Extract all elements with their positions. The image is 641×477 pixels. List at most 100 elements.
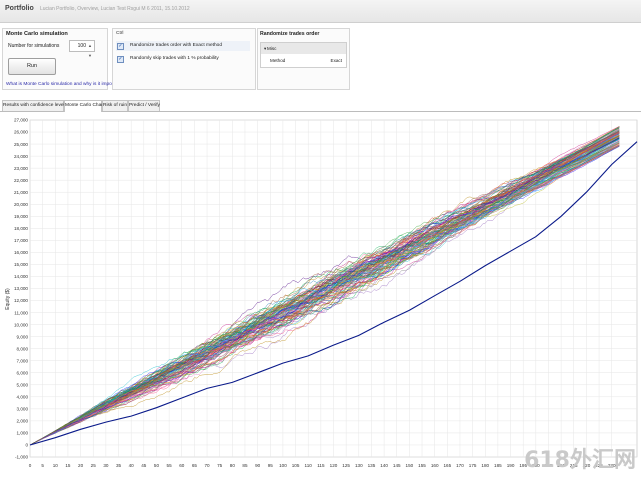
y-tick-label: 18,000 <box>14 226 28 231</box>
window-titlebar: Portfolio Lucian Portfolio, Overview, Lu… <box>0 0 641 23</box>
y-tick-label: -1,000 <box>15 455 28 460</box>
x-tick-label: 85 <box>242 463 248 468</box>
y-tick-label: 1,000 <box>17 431 29 436</box>
x-tick-label: 45 <box>141 463 147 468</box>
y-tick-label: 27,000 <box>14 118 28 123</box>
y-tick-label: 24,000 <box>14 154 28 159</box>
app-title: Portfolio <box>5 5 34 12</box>
monte-carlo-chart: -1,00001,0002,0003,0004,0005,0006,0007,0… <box>5 118 638 473</box>
x-tick-label: 185 <box>494 463 502 468</box>
x-tick-label: 20 <box>78 463 84 468</box>
x-tick-label: 165 <box>443 463 451 468</box>
x-tick-label: 100 <box>279 463 287 468</box>
y-tick-label: 25,000 <box>14 142 28 147</box>
y-tick-label: 15,000 <box>14 262 28 267</box>
x-tick-label: 35 <box>116 463 122 468</box>
num-simulations-stepper[interactable]: 100 ▲ ▼ <box>69 40 95 58</box>
monte-carlo-title: Monte Carlo simulation <box>6 31 68 37</box>
y-tick-label: 14,000 <box>14 274 28 279</box>
x-tick-label: 120 <box>330 463 338 468</box>
options-header: Ctrl <box>116 31 124 36</box>
option-skip-trades[interactable]: ✓ Randomly skip trades with 1 % probabil… <box>116 54 250 64</box>
stepper-arrows-icon[interactable]: ▲ ▼ <box>88 41 92 61</box>
watermark: 618外汇网 <box>524 447 636 473</box>
x-tick-label: 130 <box>355 463 363 468</box>
x-tick-label: 110 <box>305 463 313 468</box>
x-tick-label: 190 <box>507 463 515 468</box>
y-tick-label: 23,000 <box>14 166 28 171</box>
y-tick-label: 0 <box>25 443 28 448</box>
property-key: Method <box>270 58 286 63</box>
option-randomize-order[interactable]: ✓ Randomize trades order with Exact meth… <box>116 41 250 51</box>
y-tick-label: 7,000 <box>17 358 29 363</box>
num-simulations-value: 100 <box>77 43 86 49</box>
y-tick-label: 11,000 <box>14 310 28 315</box>
x-tick-label: 55 <box>167 463 173 468</box>
tab-risk-of-ruin[interactable]: Risk of ruin <box>102 100 128 111</box>
x-tick-label: 180 <box>481 463 489 468</box>
x-tick-label: 150 <box>406 463 414 468</box>
y-tick-label: 12,000 <box>14 298 28 303</box>
x-tick-label: 160 <box>431 463 439 468</box>
monte-carlo-help-link[interactable]: What is Monte Carlo simulation and why i… <box>6 82 124 87</box>
option-label: Randomly skip trades with 1 % probabilit… <box>130 56 219 61</box>
x-tick-label: 155 <box>418 463 426 468</box>
option-label: Randomize trades order with Exact method <box>130 43 222 48</box>
y-tick-label: 22,000 <box>14 178 28 183</box>
x-tick-label: 125 <box>342 463 350 468</box>
y-axis-label: Equity ($) <box>5 288 11 310</box>
x-tick-label: 105 <box>292 463 300 468</box>
x-tick-label: 145 <box>393 463 401 468</box>
x-tick-label: 0 <box>29 463 32 468</box>
y-tick-label: 5,000 <box>17 382 29 387</box>
y-tick-label: 2,000 <box>17 419 29 424</box>
y-tick-label: 21,000 <box>14 190 28 195</box>
y-tick-label: 10,000 <box>14 322 28 327</box>
y-tick-label: 3,000 <box>17 407 29 412</box>
tab-results-confidence[interactable]: Results with confidence levels <box>2 100 67 111</box>
x-tick-label: 115 <box>317 463 325 468</box>
tab-monte-carlo-chart[interactable]: Monte Carlo Chart <box>64 100 104 112</box>
y-tick-label: 13,000 <box>14 286 28 291</box>
x-tick-label: 30 <box>103 463 109 468</box>
x-tick-label: 80 <box>230 463 236 468</box>
tab-predict-verify[interactable]: Predict / Verify <box>128 100 160 111</box>
x-tick-label: 10 <box>53 463 59 468</box>
x-tick-label: 140 <box>380 463 388 468</box>
y-tick-label: 6,000 <box>17 370 29 375</box>
y-tick-label: 20,000 <box>14 202 28 207</box>
x-tick-label: 5 <box>41 463 44 468</box>
x-tick-label: 65 <box>192 463 198 468</box>
x-tick-label: 25 <box>91 463 97 468</box>
checkbox-icon[interactable]: ✓ <box>117 43 124 50</box>
app-subtitle: Lucian Portfolio, Overview, Lucian Test … <box>40 6 190 12</box>
randomize-trades-title: Randomize trades order <box>260 31 320 37</box>
x-tick-label: 95 <box>268 463 274 468</box>
x-tick-label: 15 <box>65 463 71 468</box>
x-tick-label: 70 <box>204 463 210 468</box>
y-tick-label: 4,000 <box>17 395 29 400</box>
property-row-method[interactable]: Method Exact <box>261 55 346 66</box>
x-tick-label: 50 <box>154 463 160 468</box>
y-tick-label: 17,000 <box>14 238 28 243</box>
x-tick-label: 170 <box>456 463 464 468</box>
y-tick-label: 26,000 <box>14 130 28 135</box>
y-tick-label: 9,000 <box>17 334 29 339</box>
property-grid: ▾ Misc Method Exact <box>260 42 347 68</box>
x-tick-label: 175 <box>469 463 477 468</box>
x-tick-label: 90 <box>255 463 261 468</box>
y-axis-ticks: -1,000 0 1,000 2,000 3,000 4,000 5,000 6,000 7,0… <box>14 118 29 460</box>
x-tick-label: 40 <box>129 463 135 468</box>
num-simulations-label: Number for simulations <box>8 43 60 49</box>
y-tick-label: 19,000 <box>14 214 28 219</box>
result-tabs: Results with confidence levels Monte Car… <box>0 99 641 112</box>
y-tick-label: 16,000 <box>14 250 28 255</box>
run-button[interactable]: Run <box>8 58 56 75</box>
y-tick-label: 8,000 <box>17 346 29 351</box>
checkbox-icon[interactable]: ✓ <box>117 56 124 63</box>
property-group-misc[interactable]: ▾ Misc <box>261 43 346 54</box>
property-group-label: ▾ Misc <box>264 46 277 51</box>
x-tick-label: 75 <box>217 463 223 468</box>
property-value[interactable]: Exact <box>331 55 343 66</box>
x-tick-label: 135 <box>368 463 376 468</box>
